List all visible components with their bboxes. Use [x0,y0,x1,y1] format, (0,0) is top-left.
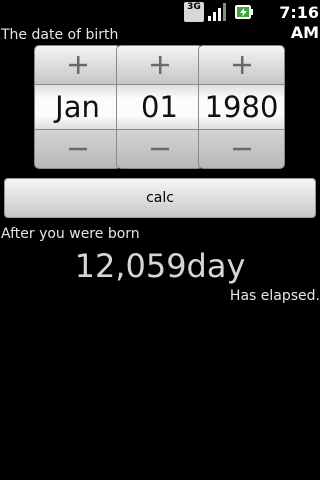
day-increment-button[interactable] [116,45,203,85]
month-value[interactable]: Jan [34,85,121,129]
month-picker: Jan [34,45,121,169]
day-value[interactable]: 01 [116,85,203,129]
day-picker: 01 [116,45,203,169]
plus-icon [68,56,87,74]
date-of-birth-label: The date of birth [1,27,119,43]
year-decrement-button[interactable] [198,129,285,169]
year-value[interactable]: 1980 [198,85,285,129]
minus-icon [68,147,87,151]
network-badge-text: 3G [187,2,201,12]
signal-icon [208,3,226,21]
year-picker: 1980 [198,45,285,169]
year-increment-button[interactable] [198,45,285,85]
status-bar: 3G 7:16 AM [0,0,320,42]
3g-icon: 3G [184,2,204,22]
day-decrement-button[interactable] [116,129,203,169]
clock: 7:16 AM [279,3,319,42]
month-decrement-button[interactable] [34,129,121,169]
plus-icon [150,56,169,74]
has-elapsed-label: Has elapsed. [229,288,320,304]
battery-charging-icon [235,5,253,19]
minus-icon [150,147,169,151]
calc-button[interactable]: calc [4,178,316,218]
minus-icon [232,147,251,151]
plus-icon [232,56,251,74]
after-born-label: After you were born [1,226,140,242]
month-increment-button[interactable] [34,45,121,85]
elapsed-days-value: 12,059day [74,247,246,285]
